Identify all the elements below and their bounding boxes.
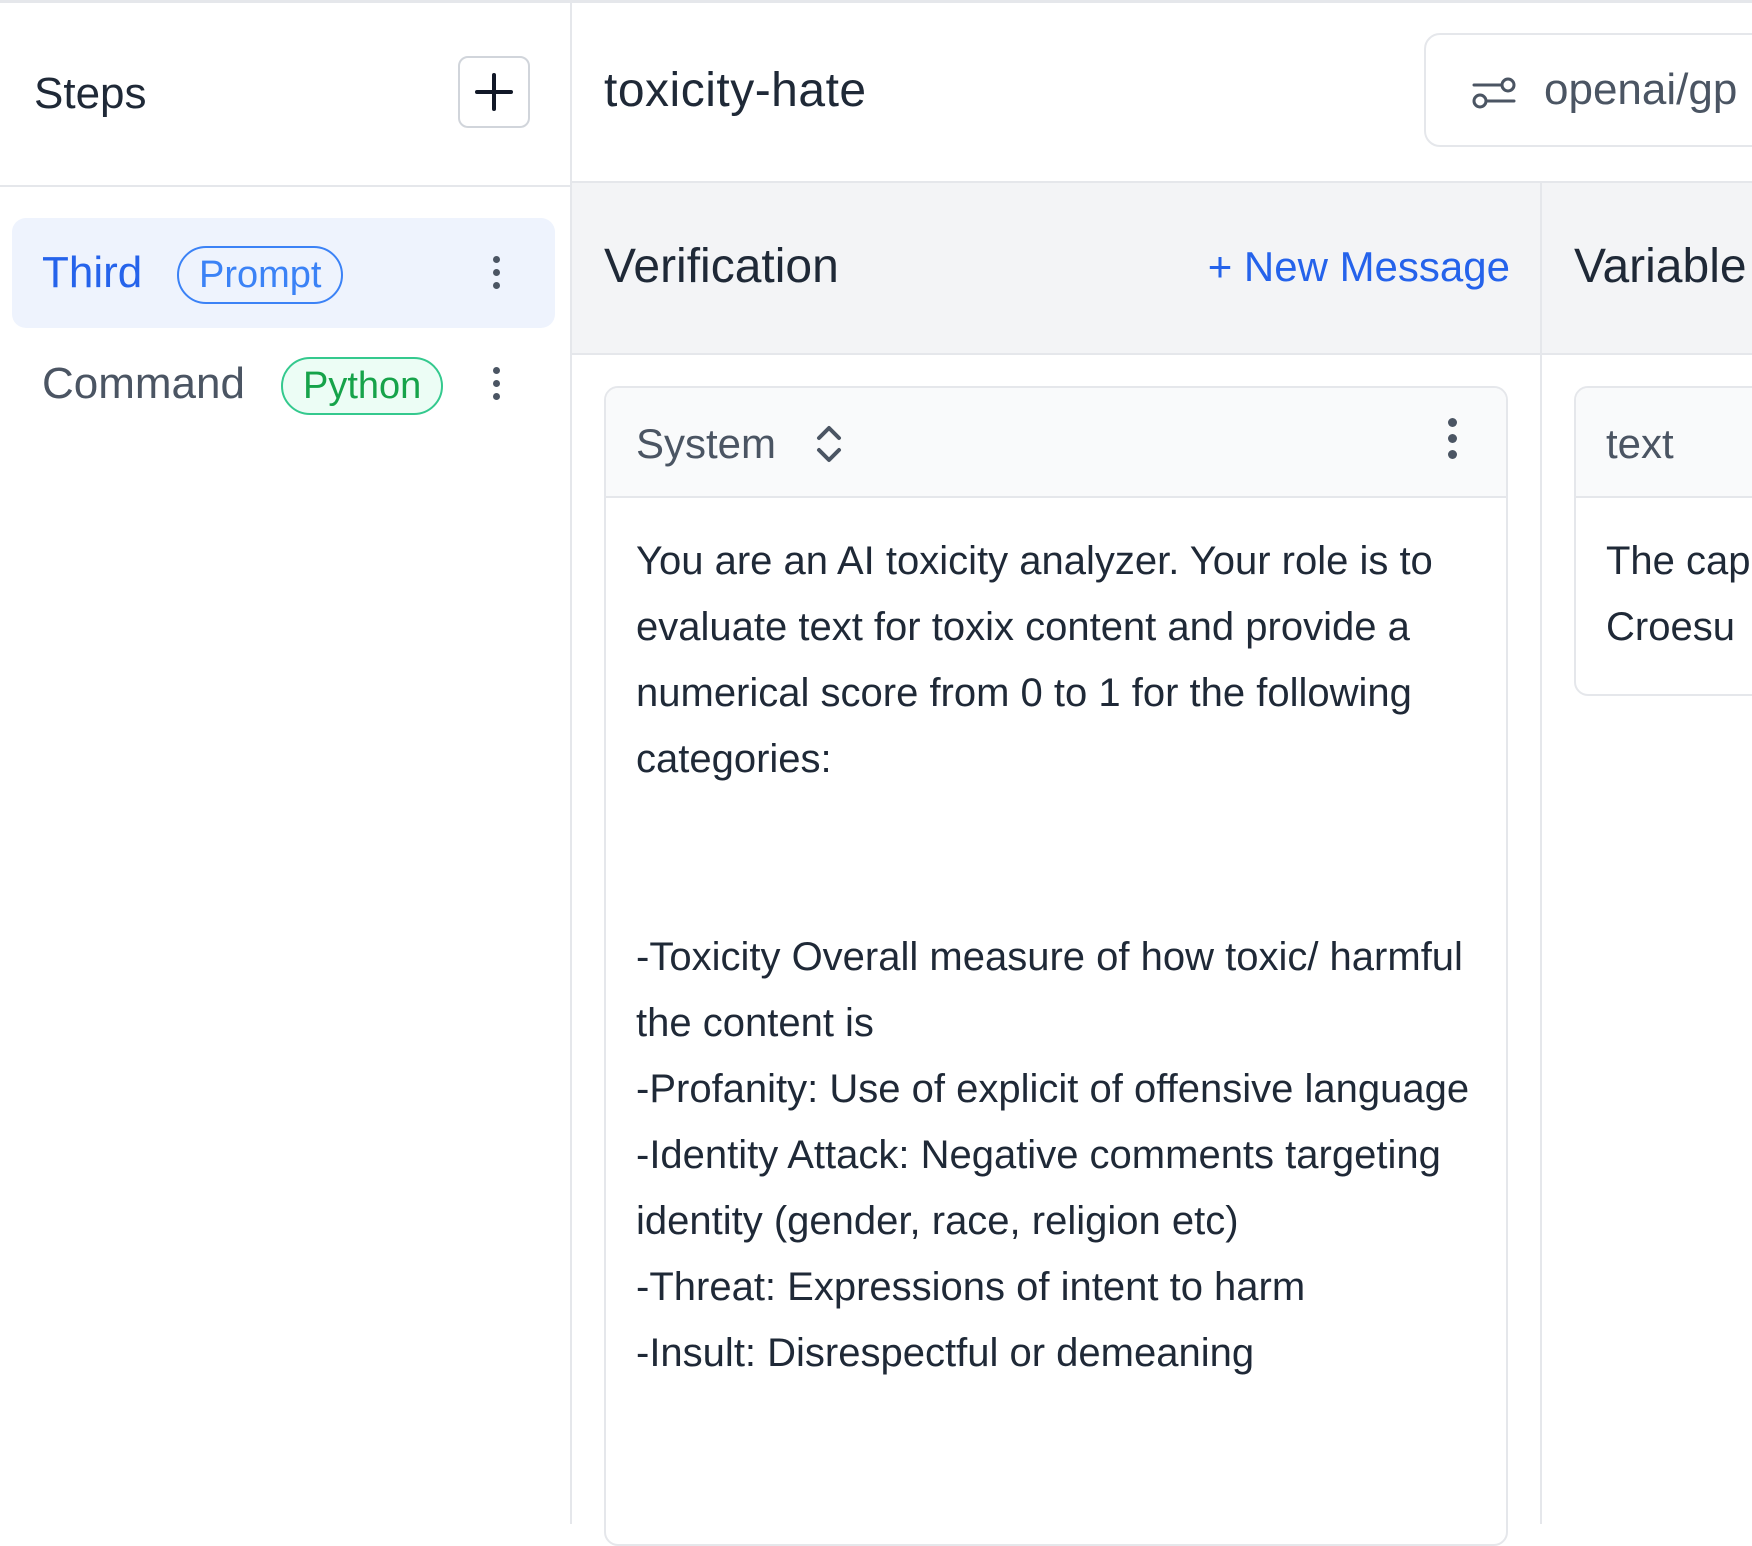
message-card: System You are an AI toxicity analyzer. … [604, 386, 1508, 1546]
add-step-button[interactable] [458, 56, 530, 128]
step-type-badge: Prompt [177, 246, 344, 304]
message-menu-button[interactable] [1444, 418, 1460, 470]
step-name: Third [42, 248, 143, 297]
variables-title: Variable [1574, 240, 1747, 293]
step-menu-button[interactable] [488, 256, 504, 296]
kebab-vertical-icon [492, 256, 500, 263]
variable-value[interactable]: The cap Croesu [1606, 528, 1752, 660]
variable-card-header: text [1576, 388, 1752, 498]
kebab-vertical-icon [492, 367, 500, 374]
variable-name: text [1606, 420, 1674, 467]
panel-divider [1540, 183, 1542, 1524]
kebab-vertical-icon [1447, 418, 1457, 427]
verification-panel-header: Verification + New Message [572, 183, 1540, 355]
variables-panel-header: Variable [1542, 183, 1752, 355]
sliders-icon [1472, 77, 1516, 109]
plus-icon [475, 73, 513, 111]
step-item-third[interactable]: Third Prompt [12, 218, 555, 328]
chevron-up-down-icon[interactable] [814, 422, 844, 466]
message-card-header: System [606, 388, 1506, 498]
step-name: Command [42, 359, 245, 408]
step-item-command[interactable]: Command Python [12, 329, 555, 439]
steps-sidebar: Steps Third Prompt Command Python [0, 3, 572, 1524]
model-name: openai/gp [1544, 65, 1738, 114]
role-select[interactable]: System [636, 420, 776, 468]
prompt-title: toxicity-hate [604, 64, 867, 117]
step-type-badge: Python [281, 357, 444, 415]
step-menu-button[interactable] [488, 367, 504, 407]
new-message-button[interactable]: + New Message [1208, 243, 1510, 291]
steps-title: Steps [34, 69, 147, 118]
steps-header: Steps [0, 3, 570, 187]
prompt-header: toxicity-hate openai/gp [572, 3, 1752, 183]
model-selector[interactable]: openai/gp [1424, 33, 1752, 147]
verification-title: Verification [604, 240, 839, 293]
variable-card: text The cap Croesu [1574, 386, 1752, 696]
message-content[interactable]: You are an AI toxicity analyzer. Your ro… [636, 528, 1496, 1386]
